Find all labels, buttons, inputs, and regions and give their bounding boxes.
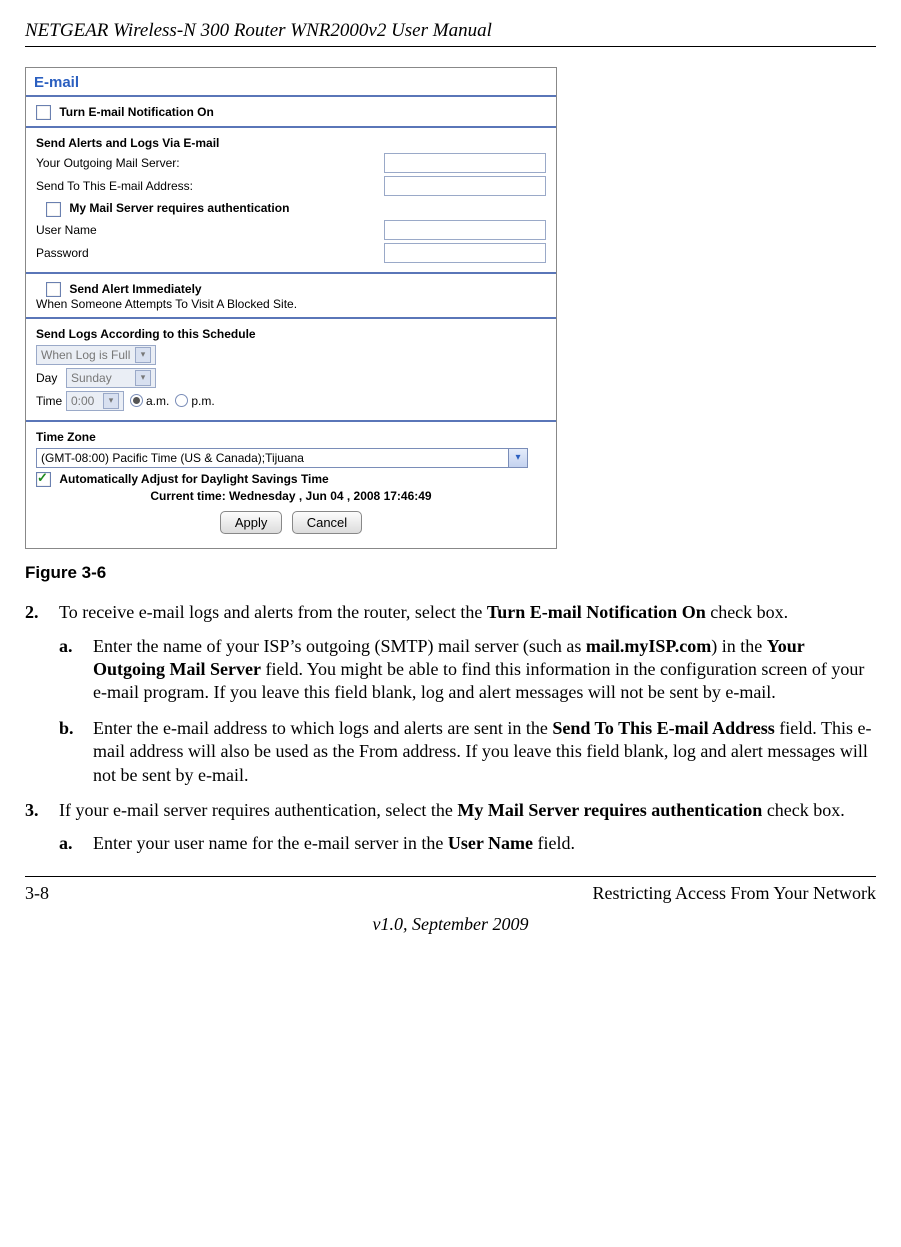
sendto-input[interactable] <box>384 176 546 196</box>
day-select-value: Sunday <box>71 371 112 385</box>
step-2b-t1: Enter the e-mail address to which logs a… <box>93 718 552 738</box>
step-2a-b1: mail.myISP.com <box>586 636 711 656</box>
time-select[interactable]: 0:00 ▾ <box>66 391 124 411</box>
step-2a-letter: a. <box>59 635 73 658</box>
section-send-alerts: Send Alerts and Logs Via E-mail Your Out… <box>26 128 556 273</box>
step-2-bold: Turn E-mail Notification On <box>487 602 706 622</box>
alert-immediate-label: Send Alert Immediately <box>69 282 201 296</box>
sendto-label: Send To This E-mail Address: <box>36 179 384 193</box>
pm-radio[interactable] <box>175 394 188 407</box>
section-timezone: Time Zone (GMT-08:00) Pacific Time (US &… <box>26 422 556 548</box>
current-time: Current time: Wednesday , Jun 04 , 2008 … <box>36 489 546 503</box>
step-2-text-b: check box. <box>706 602 788 622</box>
day-label: Day <box>36 371 66 385</box>
figure-caption: Figure 3-6 <box>25 563 876 583</box>
am-radio[interactable] <box>130 394 143 407</box>
chevron-down-icon: ▾ <box>135 370 151 386</box>
panel-title: E-mail <box>26 68 556 97</box>
schedule-select[interactable]: When Log is Full ▾ <box>36 345 156 365</box>
footer-page-number: 3-8 <box>25 883 49 904</box>
step-2: 2. To receive e-mail logs and alerts fro… <box>25 601 876 787</box>
step-3a: a. Enter your user name for the e-mail s… <box>59 832 876 855</box>
dst-label: Automatically Adjust for Daylight Saving… <box>59 472 328 486</box>
username-label: User Name <box>36 223 384 237</box>
step-3-number: 3. <box>25 799 39 822</box>
dst-checkbox[interactable] <box>36 472 51 487</box>
header-rule <box>25 46 876 47</box>
step-2-text-a: To receive e-mail logs and alerts from t… <box>59 602 487 622</box>
section-notification: Turn E-mail Notification On <box>26 97 556 128</box>
auth-checkbox-label: My Mail Server requires authentication <box>69 201 289 215</box>
notify-checkbox-label: Turn E-mail Notification On <box>59 105 213 119</box>
step-3a-t2: field. <box>533 833 575 853</box>
chevron-down-icon: ▾ <box>103 393 119 409</box>
step-2b-b1: Send To This E-mail Address <box>552 718 774 738</box>
alert-immediate-checkbox[interactable] <box>46 282 61 297</box>
notify-checkbox[interactable] <box>36 105 51 120</box>
email-settings-screenshot: E-mail Turn E-mail Notification On Send … <box>25 67 557 549</box>
password-label: Password <box>36 246 384 260</box>
alert-immediate-desc: When Someone Attempts To Visit A Blocked… <box>36 297 546 311</box>
username-input[interactable] <box>384 220 546 240</box>
step-3a-t1: Enter your user name for the e-mail serv… <box>93 833 448 853</box>
time-select-value: 0:00 <box>71 394 94 408</box>
tz-select-value: (GMT-08:00) Pacific Time (US & Canada);T… <box>37 449 508 467</box>
manual-title: NETGEAR Wireless-N 300 Router WNR2000v2 … <box>25 20 876 42</box>
step-2a-t2: ) in the <box>711 636 767 656</box>
section-schedule: Send Logs According to this Schedule Whe… <box>26 319 556 422</box>
password-input[interactable] <box>384 243 546 263</box>
footer-section-title: Restricting Access From Your Network <box>593 883 876 904</box>
section-alert-immediate: Send Alert Immediately When Someone Atte… <box>26 274 556 319</box>
step-2a-t1: Enter the name of your ISP’s outgoing (S… <box>93 636 586 656</box>
step-3: 3. If your e-mail server requires authen… <box>25 799 876 856</box>
am-label: a.m. <box>146 394 169 408</box>
auth-checkbox[interactable] <box>46 202 61 217</box>
step-2-number: 2. <box>25 601 39 624</box>
step-3a-b1: User Name <box>448 833 533 853</box>
footer-rule <box>25 876 876 877</box>
tz-heading: Time Zone <box>36 430 546 444</box>
schedule-select-value: When Log is Full <box>41 348 130 362</box>
step-3a-letter: a. <box>59 832 73 855</box>
pm-label: p.m. <box>191 394 214 408</box>
send-heading: Send Alerts and Logs Via E-mail <box>36 136 546 150</box>
step-2b: b. Enter the e-mail address to which log… <box>59 717 876 787</box>
step-3-t2: check box. <box>762 800 844 820</box>
cancel-button[interactable]: Cancel <box>292 511 362 534</box>
tz-select[interactable]: (GMT-08:00) Pacific Time (US & Canada);T… <box>36 448 528 468</box>
step-2a: a. Enter the name of your ISP’s outgoing… <box>59 635 876 705</box>
outgoing-server-input[interactable] <box>384 153 546 173</box>
day-select[interactable]: Sunday ▾ <box>66 368 156 388</box>
chevron-down-icon: ▾ <box>508 449 527 467</box>
schedule-heading: Send Logs According to this Schedule <box>36 327 546 341</box>
step-3-b1: My Mail Server requires authentication <box>457 800 762 820</box>
apply-button[interactable]: Apply <box>220 511 283 534</box>
step-3-t1: If your e-mail server requires authentic… <box>59 800 457 820</box>
outgoing-server-label: Your Outgoing Mail Server: <box>36 156 384 170</box>
footer-version: v1.0, September 2009 <box>25 914 876 935</box>
step-2b-letter: b. <box>59 717 74 740</box>
time-label: Time <box>36 394 66 408</box>
chevron-down-icon: ▾ <box>135 347 151 363</box>
